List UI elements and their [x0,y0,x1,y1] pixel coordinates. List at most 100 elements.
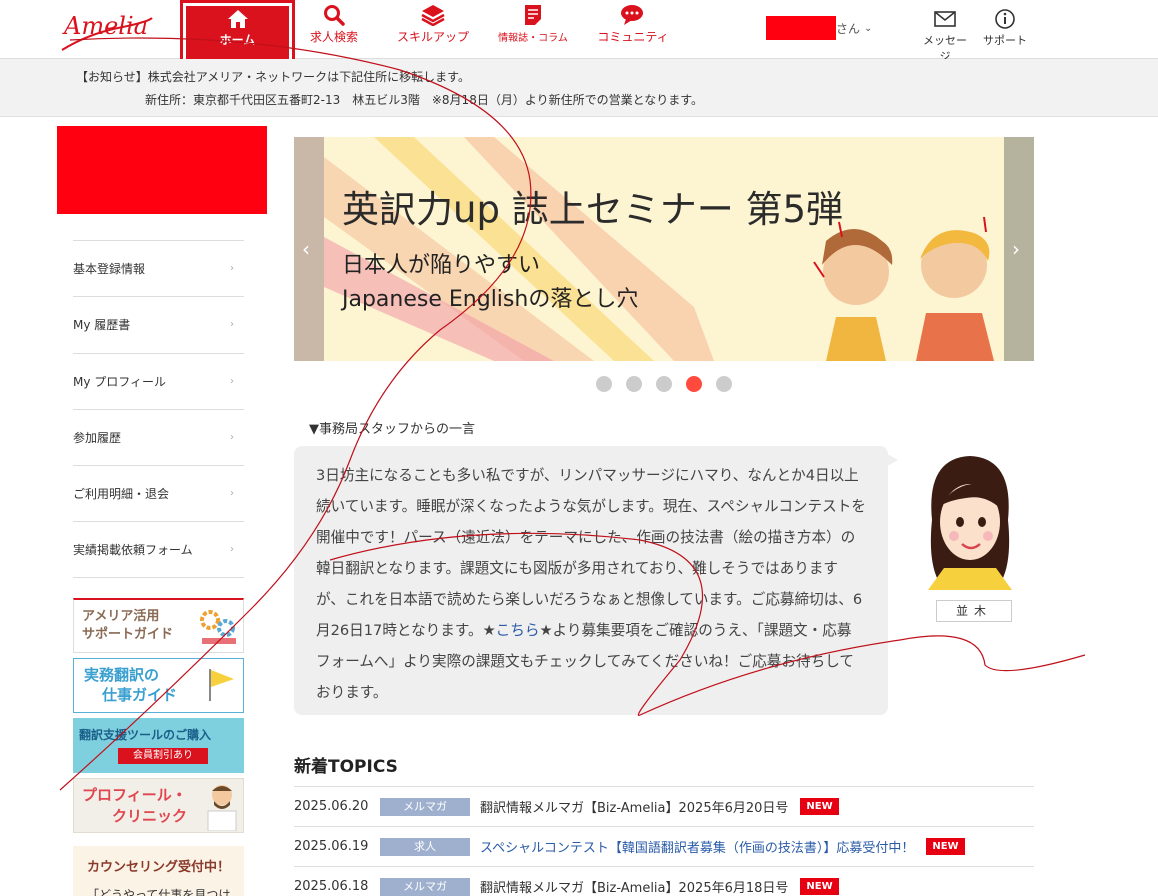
banner-tool-purchase-line1: 翻訳支援ツールのご購入 [79,728,212,742]
topic-title[interactable]: スペシャルコンテスト【韓国語翻訳者募集（作画の技法書）】応募受付中！ [480,837,914,856]
topics-title: 新着TOPICS [294,757,398,777]
new-badge: NEW [926,838,965,855]
topic-category-badge: メルマガ [380,797,470,816]
sidebar-item-label: My 履歴書 [73,318,131,333]
nav-community-label: コミュニティ [597,30,669,44]
topic-category-badge: メルマガ [380,877,470,896]
nav-magazine[interactable]: 情報誌・コラム [494,4,572,54]
user-name-redacted [766,16,836,40]
topic-title[interactable]: 翻訳情報メルマガ【Biz-Amelia】2025年6月20日号 [480,797,788,816]
banner-profile-clinic-line1: プロフィール・ [82,786,187,804]
sidebar-item-achievement-form[interactable]: 実績掲載依頼フォーム › [73,521,244,578]
search-icon [324,5,345,26]
notice-bar: 【お知らせ】株式会社アメリア・ネットワークは下記住所に移転します。 新住所：東京… [0,59,1158,117]
nav-skillup-label: スキルアップ [396,30,469,44]
sidebar-item-resume[interactable]: My 履歴書 › [73,296,244,352]
doctor-avatar-icon [207,785,237,831]
topic-row[interactable]: 2025.06.19 求人 スペシャルコンテスト【韓国語翻訳者募集（作画の技法書… [294,827,1034,867]
hero-carousel[interactable]: 英訳力up 誌上セミナー 第5弾 日本人が陥りやすい Japanese Engl… [294,137,1034,361]
layers-icon [421,5,445,26]
topic-date: 2025.06.19 [294,839,369,854]
sidebar-item-billing[interactable]: ご利用明細・退会 › [73,465,244,521]
banner-counseling[interactable]: カウンセリング受付中！ 「どうやって仕事を見つけ [73,846,244,896]
nav-job-search-label: 求人検索 [309,30,358,44]
carousel-subtitle-2: Japanese Englishの落とし穴 [342,287,639,312]
sidebar-item-label: 参加履歴 [73,431,122,446]
nav-community[interactable]: コミュニティ [592,4,674,54]
app-root: Amelia ホーム 求人検索 スキルアップ 情報誌・コラム コミュニティ さん… [0,0,1158,896]
nav-job-search[interactable]: 求人検索 [304,4,364,54]
carousel-next-arrow-icon[interactable]: › [1012,237,1020,261]
chevron-right-icon: › [230,263,234,275]
staff-message-heading: ▼事務局スタッフからの一言 [309,422,475,437]
messages-link[interactable]: メッセージ [918,8,972,64]
chevron-right-icon: › [230,432,234,444]
support-link[interactable]: サポート [982,8,1028,48]
banner-profile-clinic-line2: クリニック [112,807,188,825]
notice-line-2: 新住所：東京都千代田区五番町2-13 林五ビル3階 ※8月18日（月）より新住所… [145,93,704,107]
banner-job-guide-line1: 実務翻訳の [84,666,160,684]
banner-tool-purchase[interactable]: 翻訳支援ツールのご購入 会員割引あり [73,718,244,773]
amelia-logo[interactable]: Amelia [58,4,154,54]
carousel-dots [596,376,732,392]
sidebar-item-profile[interactable]: My プロフィール › [73,352,244,409]
banner-counseling-line1: カウンセリング受付中！ [87,860,231,875]
banner-job-guide[interactable]: 実務翻訳の 仕事ガイド [73,658,244,713]
sidebar-redacted-block [57,126,267,214]
sidebar-item-basic-info[interactable]: 基本登録情報 › [73,240,244,296]
staff-message-text: 3日坊主になることも多い私ですが、リンパマッサージにハマり、なんとか4日以上続い… [316,467,866,639]
nav-home[interactable]: ホーム [180,0,295,65]
banner-profile-clinic[interactable]: プロフィール・ クリニック [73,778,244,833]
info-icon [995,9,1015,29]
banner-counseling-line2: 「どうやって仕事を見つけ [87,888,231,896]
sidebar-menu: 基本登録情報 › My 履歴書 › My プロフィール › 参加履歴 › ご利用明細・退… [73,240,244,578]
topic-row[interactable]: 2025.06.20 メルマガ 翻訳情報メルマガ【Biz-Amelia】2025… [294,787,1034,827]
carousel-dot-1[interactable] [596,376,612,392]
home-icon [227,10,248,28]
member-discount-badge: 会員割引あり [118,748,208,764]
sidebar-item-label: 基本登録情報 [73,262,146,277]
sidebar-item-history[interactable]: 参加履歴 › [73,408,244,465]
carousel-subtitle-1: 日本人が陥りやすい [342,253,541,278]
banner-support-guide-line1: アメリア活用 [82,609,160,624]
chevron-right-icon: › [230,375,234,387]
header: Amelia ホーム 求人検索 スキルアップ 情報誌・コラム コミュニティ さん… [0,0,1158,65]
chevron-right-icon: › [230,544,234,556]
carousel-dot-3[interactable] [656,376,672,392]
contest-link[interactable]: こちら [496,622,540,639]
topic-title[interactable]: 翻訳情報メルマガ【Biz-Amelia】2025年6月18日号 [480,877,788,896]
staff-message-bubble: 3日坊主になることも多い私ですが、リンパマッサージにハマり、なんとか4日以上続い… [294,446,888,715]
bubble-tail [880,450,898,470]
carousel-title: 英訳力up 誌上セミナー 第5弾 [342,188,843,231]
banner-support-guide[interactable]: アメリア活用 サポートガイド [73,598,244,653]
topics-list: 2025.06.20 メルマガ 翻訳情報メルマガ【Biz-Amelia】2025… [294,786,1034,896]
support-label: サポート [983,34,1027,47]
chevron-right-icon: › [230,319,234,331]
topic-date: 2025.06.18 [294,879,369,894]
notice-line-1: 【お知らせ】株式会社アメリア・ネットワークは下記住所に移転します。 [76,70,470,84]
staff-name-tag: 並木 [936,600,1012,622]
carousel-dot-2[interactable] [626,376,642,392]
new-badge: NEW [800,878,839,895]
gear-icon [200,610,236,644]
user-menu[interactable]: さん ⌄ [766,15,872,41]
carousel-prev-arrow-icon[interactable]: ‹ [302,237,310,261]
user-suffix: さん [836,21,861,36]
carousel-dot-5[interactable] [716,376,732,392]
chat-icon [621,5,643,25]
staff-avatar [928,456,1012,590]
document-icon [525,5,541,25]
sidebar-item-label: 実績掲載依頼フォーム [73,543,193,558]
topic-date: 2025.06.20 [294,799,369,814]
sidebar-item-label: My プロフィール [73,374,167,389]
nav-skillup[interactable]: スキルアップ [392,4,474,54]
banner-support-guide-line2: サポートガイド [82,627,174,642]
topic-row[interactable]: 2025.06.18 メルマガ 翻訳情報メルマガ【Biz-Amelia】2025… [294,867,1034,896]
carousel-dot-4[interactable] [686,376,702,392]
nav-magazine-label: 情報誌・コラム [498,33,568,44]
nav-home-label: ホーム [219,33,256,47]
svg-text:Amelia: Amelia [62,12,148,40]
sidebar-item-label: ご利用明細・退会 [73,487,170,502]
mail-icon [934,11,956,27]
banner-job-guide-line2: 仕事ガイド [102,686,178,704]
